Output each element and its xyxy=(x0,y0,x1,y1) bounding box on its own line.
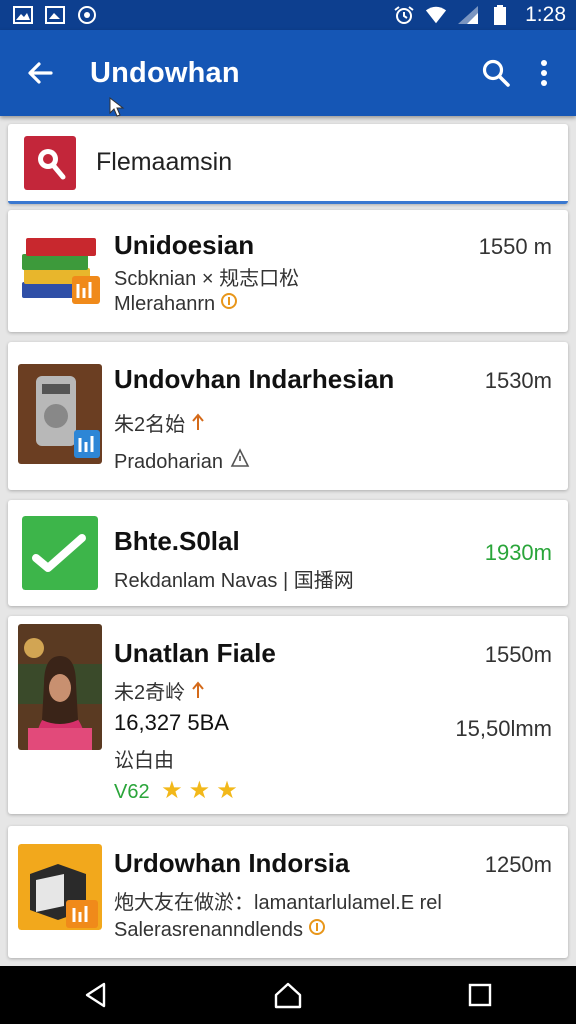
item-title: Urdowhan Indorsia xyxy=(114,848,350,878)
search-icon xyxy=(482,59,510,87)
item-price-meta: 15,50lmm xyxy=(455,716,552,741)
box-icon xyxy=(18,844,102,930)
list-item[interactable]: Undovhan Indarhesian 1530m 朱2名始 Pradohar… xyxy=(8,342,568,490)
star-icon: ★ xyxy=(216,777,238,804)
star-icon: ★ xyxy=(161,777,183,804)
item-subtitle: 炮大友在做淤：lamantarlulamel.E rel xyxy=(114,892,442,914)
list-item[interactable]: Bhte.S0lal 1930m Rekdanlam Navas | 国播网 xyxy=(8,500,568,606)
search-thumbnail-icon xyxy=(24,135,76,190)
app-bar: Undowhan xyxy=(0,30,576,116)
item-subtitle: 朱2名始 xyxy=(114,408,205,437)
overflow-menu-button[interactable] xyxy=(520,45,568,101)
item-subtitle-text: 未2奇岭 xyxy=(114,682,186,704)
search-field[interactable]: Flemaamsin xyxy=(8,124,568,204)
rating: V62 ★ ★ ★ xyxy=(114,776,238,805)
badge-icon xyxy=(308,919,325,935)
item-detail: Mlerahanrn xyxy=(114,292,237,316)
star-icon: ★ xyxy=(188,777,211,804)
search-input[interactable]: Flemaamsin xyxy=(96,148,232,177)
wifi-icon xyxy=(425,5,447,25)
home-nav-icon xyxy=(274,982,302,1009)
item-subtitle: Rekdanlam Navas | 国播网 xyxy=(114,570,354,592)
item-distance: 1250m xyxy=(484,852,552,877)
arrow-up-icon xyxy=(191,681,204,698)
badge-icon xyxy=(220,293,237,309)
back-nav-icon xyxy=(85,982,106,1008)
navigation-bar xyxy=(0,966,576,1024)
item-detail-text: Salerasrenanndlends xyxy=(114,919,304,941)
page-title: Undowhan xyxy=(90,56,240,89)
item-detail: 讼白由 xyxy=(114,750,174,772)
gallery-notification-icon xyxy=(12,5,34,25)
image-notification-icon xyxy=(44,5,66,25)
more-vert-icon xyxy=(541,60,547,86)
back-button[interactable] xyxy=(12,45,68,101)
nav-home-button[interactable] xyxy=(253,966,323,1024)
item-distance: 1550m xyxy=(484,642,552,667)
search-button[interactable] xyxy=(472,45,520,101)
alarm-icon xyxy=(393,5,415,25)
item-title: Unidoesian xyxy=(114,230,255,260)
item-subtitle: Scbknian × 规志口松 xyxy=(114,268,300,290)
rating-label: V62 xyxy=(114,781,150,803)
item-detail: Pradoharian xyxy=(114,448,251,474)
app-notification-icon xyxy=(76,5,98,25)
arrow-up-icon xyxy=(191,413,204,430)
person-photo xyxy=(18,624,102,750)
mouse-cursor-icon xyxy=(109,96,125,117)
status-time: 1:28 xyxy=(525,3,566,26)
device-icon xyxy=(18,364,102,464)
item-subtitle-text: 朱2名始 xyxy=(114,414,186,436)
item-detail: Salerasrenanndlends xyxy=(114,918,325,942)
arrow-back-icon xyxy=(28,62,53,84)
item-detail-text: Pradoharian xyxy=(114,451,223,473)
item-title: Undovhan Indarhesian xyxy=(114,364,395,394)
item-detail-text: Mlerahanrn xyxy=(114,293,216,315)
nav-back-button[interactable] xyxy=(61,966,131,1024)
list-item[interactable]: Unatlan Fiale 1550m 未2奇岭 16,327 5BA 15,5… xyxy=(8,616,568,814)
status-bar: 1:28 xyxy=(0,0,576,30)
books-icon xyxy=(18,228,102,314)
list-item[interactable]: Unidoesian 1550 m Scbknian × 规志口松 Mlerah… xyxy=(8,210,568,332)
recents-nav-icon xyxy=(468,983,492,1007)
item-title: Bhte.S0lal xyxy=(114,526,240,556)
item-distance: 1930m xyxy=(484,540,552,565)
item-subtitle: 未2奇岭 xyxy=(114,676,205,705)
pending-icon xyxy=(230,448,249,467)
battery-icon xyxy=(489,5,511,25)
list-item[interactable]: Urdowhan Indorsia 1250m 炮大友在做淤：lamantarl… xyxy=(8,826,568,958)
item-distance: 1550 m xyxy=(478,234,552,259)
nav-recents-button[interactable] xyxy=(445,966,515,1024)
item-title: Unatlan Fiale xyxy=(114,638,276,668)
item-price: 16,327 5BA xyxy=(114,710,229,735)
signal-icon xyxy=(457,5,479,25)
item-distance: 1530m xyxy=(484,368,552,393)
green-check-icon xyxy=(22,516,98,590)
